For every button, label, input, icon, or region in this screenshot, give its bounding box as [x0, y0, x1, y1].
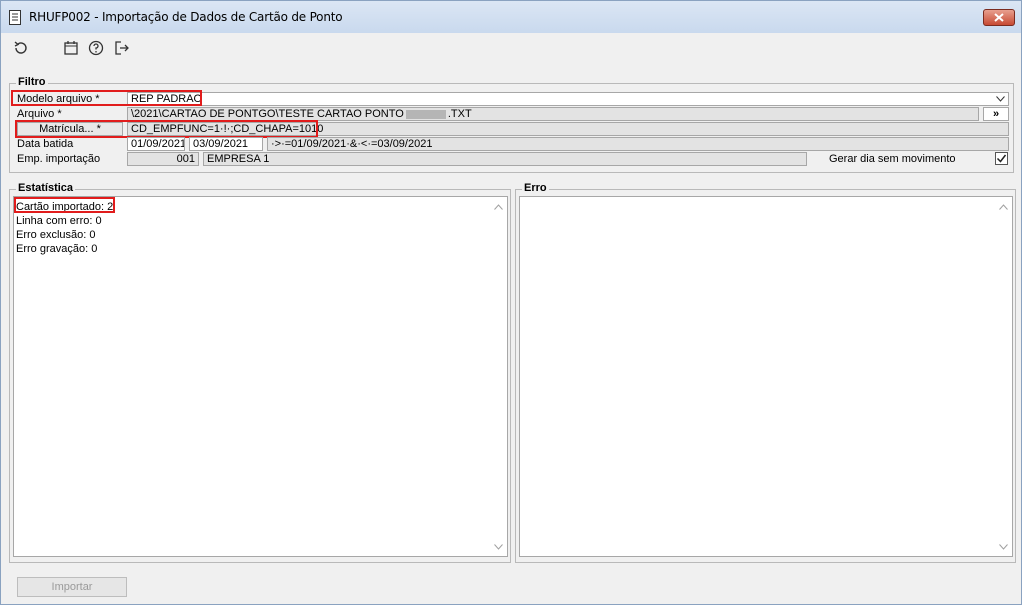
- data-inicio-input[interactable]: 01/09/2021: [127, 137, 185, 151]
- erro-scrollbar[interactable]: [995, 197, 1012, 556]
- modelo-highlight: [11, 90, 202, 106]
- refresh-icon[interactable]: [12, 39, 30, 57]
- checkmark-icon: [996, 154, 1007, 163]
- title-bar: RHUFP002 - Importação de Dados de Cartão…: [1, 1, 1021, 33]
- filtro-title: Filtro: [16, 76, 48, 88]
- window-title: RHUFP002 - Importação de Dados de Cartão…: [29, 10, 343, 24]
- redacted-filename: [405, 109, 446, 119]
- data-expression: ·>·=01/09/2021·&·<·=03/09/2021: [267, 137, 1009, 151]
- data-fim-input[interactable]: 03/09/2021: [189, 137, 263, 151]
- help-icon[interactable]: [87, 39, 105, 57]
- emp-code-input[interactable]: 001: [127, 152, 199, 166]
- estatistica-title: Estatística: [16, 182, 76, 194]
- modelo-select[interactable]: REP PADRAO: [127, 92, 1009, 106]
- toolbar: [2, 33, 1020, 61]
- matricula-highlight: [15, 120, 318, 138]
- arquivo-label: Arquivo *: [17, 108, 62, 120]
- erro-title: Erro: [522, 182, 549, 194]
- stat-line: Erro gravação: 0: [16, 243, 98, 255]
- emp-importacao-label: Emp. importação: [17, 153, 101, 165]
- exit-icon[interactable]: [113, 39, 131, 57]
- gerar-dia-checkbox[interactable]: [995, 152, 1008, 165]
- emp-name-field: EMPRESA 1: [203, 152, 807, 166]
- document-icon: [9, 10, 21, 25]
- gerar-dia-label: Gerar dia sem movimento: [829, 153, 956, 165]
- data-batida-label: Data batida: [17, 138, 74, 150]
- estatistica-memo[interactable]: Cartão importado: 2 Linha com erro: 0 Er…: [13, 196, 508, 557]
- arquivo-path: \2021\CARTAO DE PONTGO\TESTE CARTAO PONT…: [131, 108, 404, 120]
- arquivo-browse-button[interactable]: »: [983, 107, 1009, 121]
- cartao-importado-highlight: [14, 197, 115, 213]
- scroll-up-icon[interactable]: [494, 204, 503, 210]
- calendar-icon[interactable]: [62, 39, 80, 57]
- estatistica-scrollbar[interactable]: [490, 197, 507, 556]
- scroll-up-icon[interactable]: [999, 204, 1008, 210]
- erro-memo[interactable]: [519, 196, 1013, 557]
- close-button[interactable]: [983, 9, 1015, 26]
- chevron-down-icon[interactable]: [996, 96, 1005, 102]
- scroll-down-icon[interactable]: [494, 544, 503, 550]
- arquivo-input[interactable]: \2021\CARTAO DE PONTGO\TESTE CARTAO PONT…: [127, 107, 979, 121]
- scroll-down-icon[interactable]: [999, 544, 1008, 550]
- form-content: Filtro Modelo arquivo * REP PADRAO Arqui…: [5, 61, 1017, 601]
- importar-button[interactable]: Importar: [17, 577, 127, 597]
- stat-line: Erro exclusão: 0: [16, 229, 96, 241]
- stat-line: Linha com erro: 0: [16, 215, 102, 227]
- arquivo-ext: .TXT: [447, 108, 472, 120]
- close-icon: [994, 13, 1004, 22]
- main-window: RHUFP002 - Importação de Dados de Cartão…: [0, 0, 1022, 605]
